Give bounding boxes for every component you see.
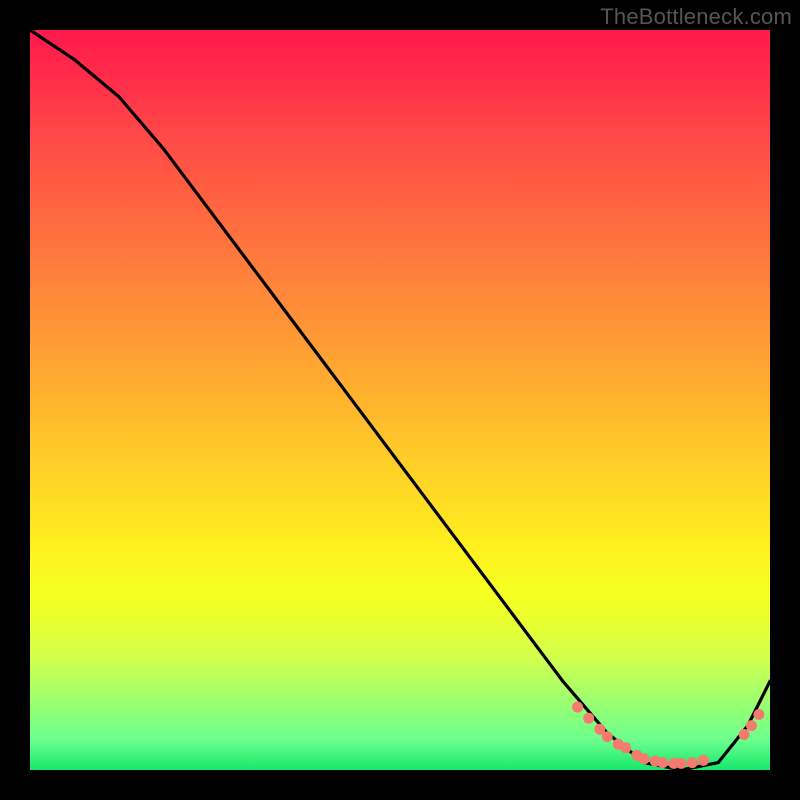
valley-marker xyxy=(739,729,750,740)
chart-frame: TheBottleneck.com xyxy=(0,0,800,800)
valley-marker xyxy=(572,702,583,713)
valley-marker xyxy=(657,757,668,768)
valley-marker xyxy=(753,709,764,720)
plot-area xyxy=(30,30,770,770)
valley-marker xyxy=(676,758,687,769)
valley-marker xyxy=(602,731,613,742)
valley-marker xyxy=(620,742,631,753)
valley-markers xyxy=(572,702,764,769)
valley-marker xyxy=(698,755,709,766)
valley-marker xyxy=(583,713,594,724)
main-curve xyxy=(30,30,770,770)
curve-layer xyxy=(30,30,770,770)
watermark-text: TheBottleneck.com xyxy=(600,4,792,30)
valley-marker xyxy=(687,757,698,768)
valley-marker xyxy=(639,753,650,764)
valley-marker xyxy=(746,720,757,731)
